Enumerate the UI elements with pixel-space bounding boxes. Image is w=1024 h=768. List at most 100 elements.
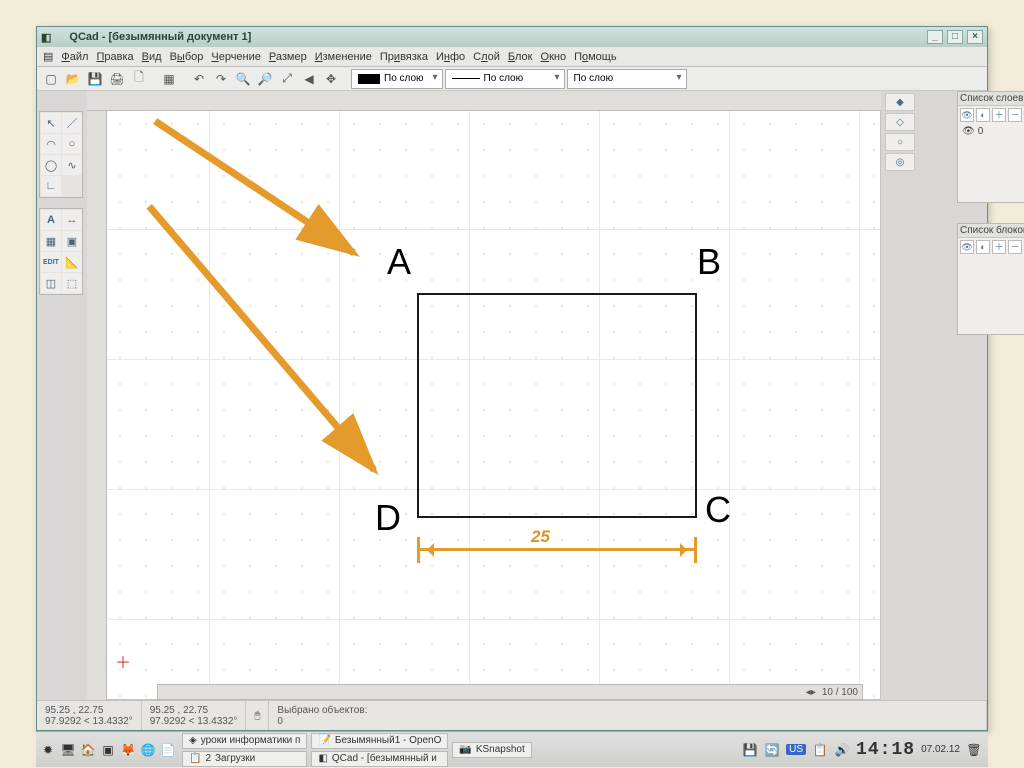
grid-icon[interactable]: ▦ xyxy=(159,69,179,89)
close-button[interactable]: × xyxy=(967,30,983,44)
block-eye-icon[interactable]: 👁 xyxy=(960,240,974,254)
side-tool-2-icon[interactable]: ◇ xyxy=(885,113,915,131)
menu-size[interactable]: Размер xyxy=(269,51,307,63)
layer-row[interactable]: 👁 0 xyxy=(958,124,1024,139)
combo-linetype-label: По слою xyxy=(484,73,524,84)
task-lessons[interactable]: ◈ уроки информатики п xyxy=(182,733,307,749)
task-ksnapshot[interactable]: 📷 KSnapshot xyxy=(452,742,531,758)
menu-file[interactable]: ФФайлайл xyxy=(61,51,88,63)
tray-trash-icon[interactable]: 🗑 xyxy=(966,742,982,758)
ruler-vertical xyxy=(87,111,107,700)
print-icon[interactable]: 🖨 xyxy=(107,69,127,89)
menu-info[interactable]: Инфо xyxy=(436,51,465,63)
tool-circle-icon[interactable]: ○ xyxy=(62,134,82,154)
tool-hatch-icon[interactable]: ▦ xyxy=(41,231,61,251)
drawn-rectangle xyxy=(417,293,697,518)
side-tool-column: ◆ ◇ ○ ◎ xyxy=(885,93,917,171)
menu-view[interactable]: Вид xyxy=(142,51,162,63)
origin-cross-icon: ＋ xyxy=(115,649,131,673)
zoom-fit-icon[interactable]: ⤢ xyxy=(277,69,297,89)
keyboard-layout-badge[interactable]: US xyxy=(786,744,806,755)
menu-layer[interactable]: Слой xyxy=(473,51,500,63)
scroll-right-icon[interactable]: ▸ xyxy=(811,687,816,698)
menu-window[interactable]: Окно xyxy=(541,51,567,63)
tool-text-icon[interactable]: A xyxy=(41,210,61,230)
side-tool-3-icon[interactable]: ○ xyxy=(885,133,915,151)
layer-visible-icon[interactable]: 👁 xyxy=(962,126,975,137)
titlebar[interactable]: ◧ QCad - [безымянный документ 1] _ □ × xyxy=(37,27,987,47)
zoom-prev-icon[interactable]: ◀ xyxy=(299,69,319,89)
layer-dim-icon[interactable]: ◐ xyxy=(976,108,990,122)
tray-sound-icon[interactable]: 🔊 xyxy=(834,742,850,758)
side-tool-4-icon[interactable]: ◎ xyxy=(885,153,915,171)
tool-image-icon[interactable]: ▣ xyxy=(62,231,82,251)
statusbar: 95.25 , 22.75 97.9292 < 13.4332° 95.25 ,… xyxy=(37,700,987,730)
tool-ellipse-icon[interactable]: ◯ xyxy=(41,155,61,175)
menu-help[interactable]: Помощь xyxy=(574,51,617,63)
home-icon[interactable]: 🏠 xyxy=(80,742,96,758)
desktop-icon[interactable]: 🖥 xyxy=(60,742,76,758)
tool-edit-icon[interactable]: EDIT xyxy=(41,252,61,272)
undo-icon[interactable]: ↶ xyxy=(189,69,209,89)
task-count[interactable]: 📋 2 Загрузки xyxy=(182,751,307,767)
tray-clock[interactable]: 14:18 xyxy=(856,740,915,760)
task-openoffice[interactable]: 📝 Безымянный1 - OpenO xyxy=(311,733,448,749)
tool-measure-icon[interactable]: 📐 xyxy=(62,252,82,272)
menu-edit[interactable]: Правка xyxy=(96,51,133,63)
tool-pointer-icon[interactable]: ↖ xyxy=(41,113,61,133)
tool-line-icon[interactable]: ／ xyxy=(62,113,82,133)
pan-icon[interactable]: ✥ xyxy=(321,69,341,89)
kmenu-icon[interactable]: ✹ xyxy=(40,742,56,758)
earth-icon[interactable]: 🌐 xyxy=(140,742,156,758)
layer-eye-icon[interactable]: 👁 xyxy=(960,108,974,122)
menu-snap[interactable]: Привязка xyxy=(380,51,428,63)
vertex-label-d: D xyxy=(375,497,401,539)
menu-select[interactable]: Выбор xyxy=(170,51,204,63)
zoom-ratio: 10 / 100 xyxy=(822,687,858,698)
vertex-label-a: A xyxy=(387,241,411,283)
menu-block[interactable]: Блок xyxy=(508,51,533,63)
tool-arc-icon[interactable]: ◠ xyxy=(41,134,61,154)
window-title: QCad - [безымянный документ 1] xyxy=(69,31,251,43)
tool-block-icon[interactable]: ◫ xyxy=(41,273,61,293)
open-icon[interactable]: 📂 xyxy=(63,69,83,89)
block-add-icon[interactable]: ＋ xyxy=(992,240,1006,254)
menu-modify[interactable]: Изменение xyxy=(315,51,372,63)
zoom-in-icon[interactable]: 🔍 xyxy=(233,69,253,89)
firefox-icon[interactable]: 🦊 xyxy=(120,742,136,758)
block-del-icon[interactable]: － xyxy=(1008,240,1022,254)
drawing-canvas[interactable]: A B C D 25 ＋ xyxy=(107,111,881,700)
combo-linetype[interactable]: По слою xyxy=(445,69,565,89)
konsole-icon[interactable]: ▣ xyxy=(100,742,116,758)
app-window: ◧ QCad - [безымянный документ 1] _ □ × ▤… xyxy=(36,26,988,731)
writer-icon[interactable]: 📄 xyxy=(160,742,176,758)
maximize-button[interactable]: □ xyxy=(947,30,963,44)
block-dim-icon[interactable]: ◐ xyxy=(976,240,990,254)
status-coords-rel: 95.25 , 22.75 97.9292 < 13.4332° xyxy=(142,701,247,730)
redo-icon[interactable]: ↷ xyxy=(211,69,231,89)
tray-update-icon[interactable]: 🔄 xyxy=(764,742,780,758)
new-icon[interactable]: ▢ xyxy=(41,69,61,89)
menu-draw[interactable]: Черчение xyxy=(211,51,261,63)
layer-del-icon[interactable]: － xyxy=(1008,108,1022,122)
layer-add-icon[interactable]: ＋ xyxy=(992,108,1006,122)
combo-lineweight[interactable]: По слою xyxy=(567,69,687,89)
color-swatch xyxy=(358,74,380,84)
combo-color[interactable]: По слою xyxy=(351,69,443,89)
side-tool-1-icon[interactable]: ◆ xyxy=(885,93,915,111)
zoom-out-icon[interactable]: 🔎 xyxy=(255,69,275,89)
save-icon[interactable]: 💾 xyxy=(85,69,105,89)
scrollbar-horizontal[interactable]: ◂▸ 10 / 100 xyxy=(157,684,863,700)
tray-disk-icon[interactable]: 💾 xyxy=(742,742,758,758)
panel-blocks-title: Список блоков xyxy=(960,225,1024,236)
tool-select-icon[interactable]: ⬚ xyxy=(62,273,82,293)
minimize-button[interactable]: _ xyxy=(927,30,943,44)
tray-clipboard-icon[interactable]: 📋 xyxy=(812,742,828,758)
workzone: ↖ ／ ◠ ○ ◯ ∿ ∟ A ↔ ▦ ▣ EDIT 📐 ◫ ⬚ xyxy=(37,91,987,700)
tool-spline-icon[interactable]: ∿ xyxy=(62,155,82,175)
preview-icon[interactable]: 🗋 xyxy=(129,69,149,89)
tool-polyline-icon[interactable]: ∟ xyxy=(41,176,61,196)
task-qcad[interactable]: ◧ QCad - [безымянный и xyxy=(311,751,448,767)
dimension-value: 25 xyxy=(525,527,556,547)
tool-dimension-icon[interactable]: ↔ xyxy=(62,210,82,230)
